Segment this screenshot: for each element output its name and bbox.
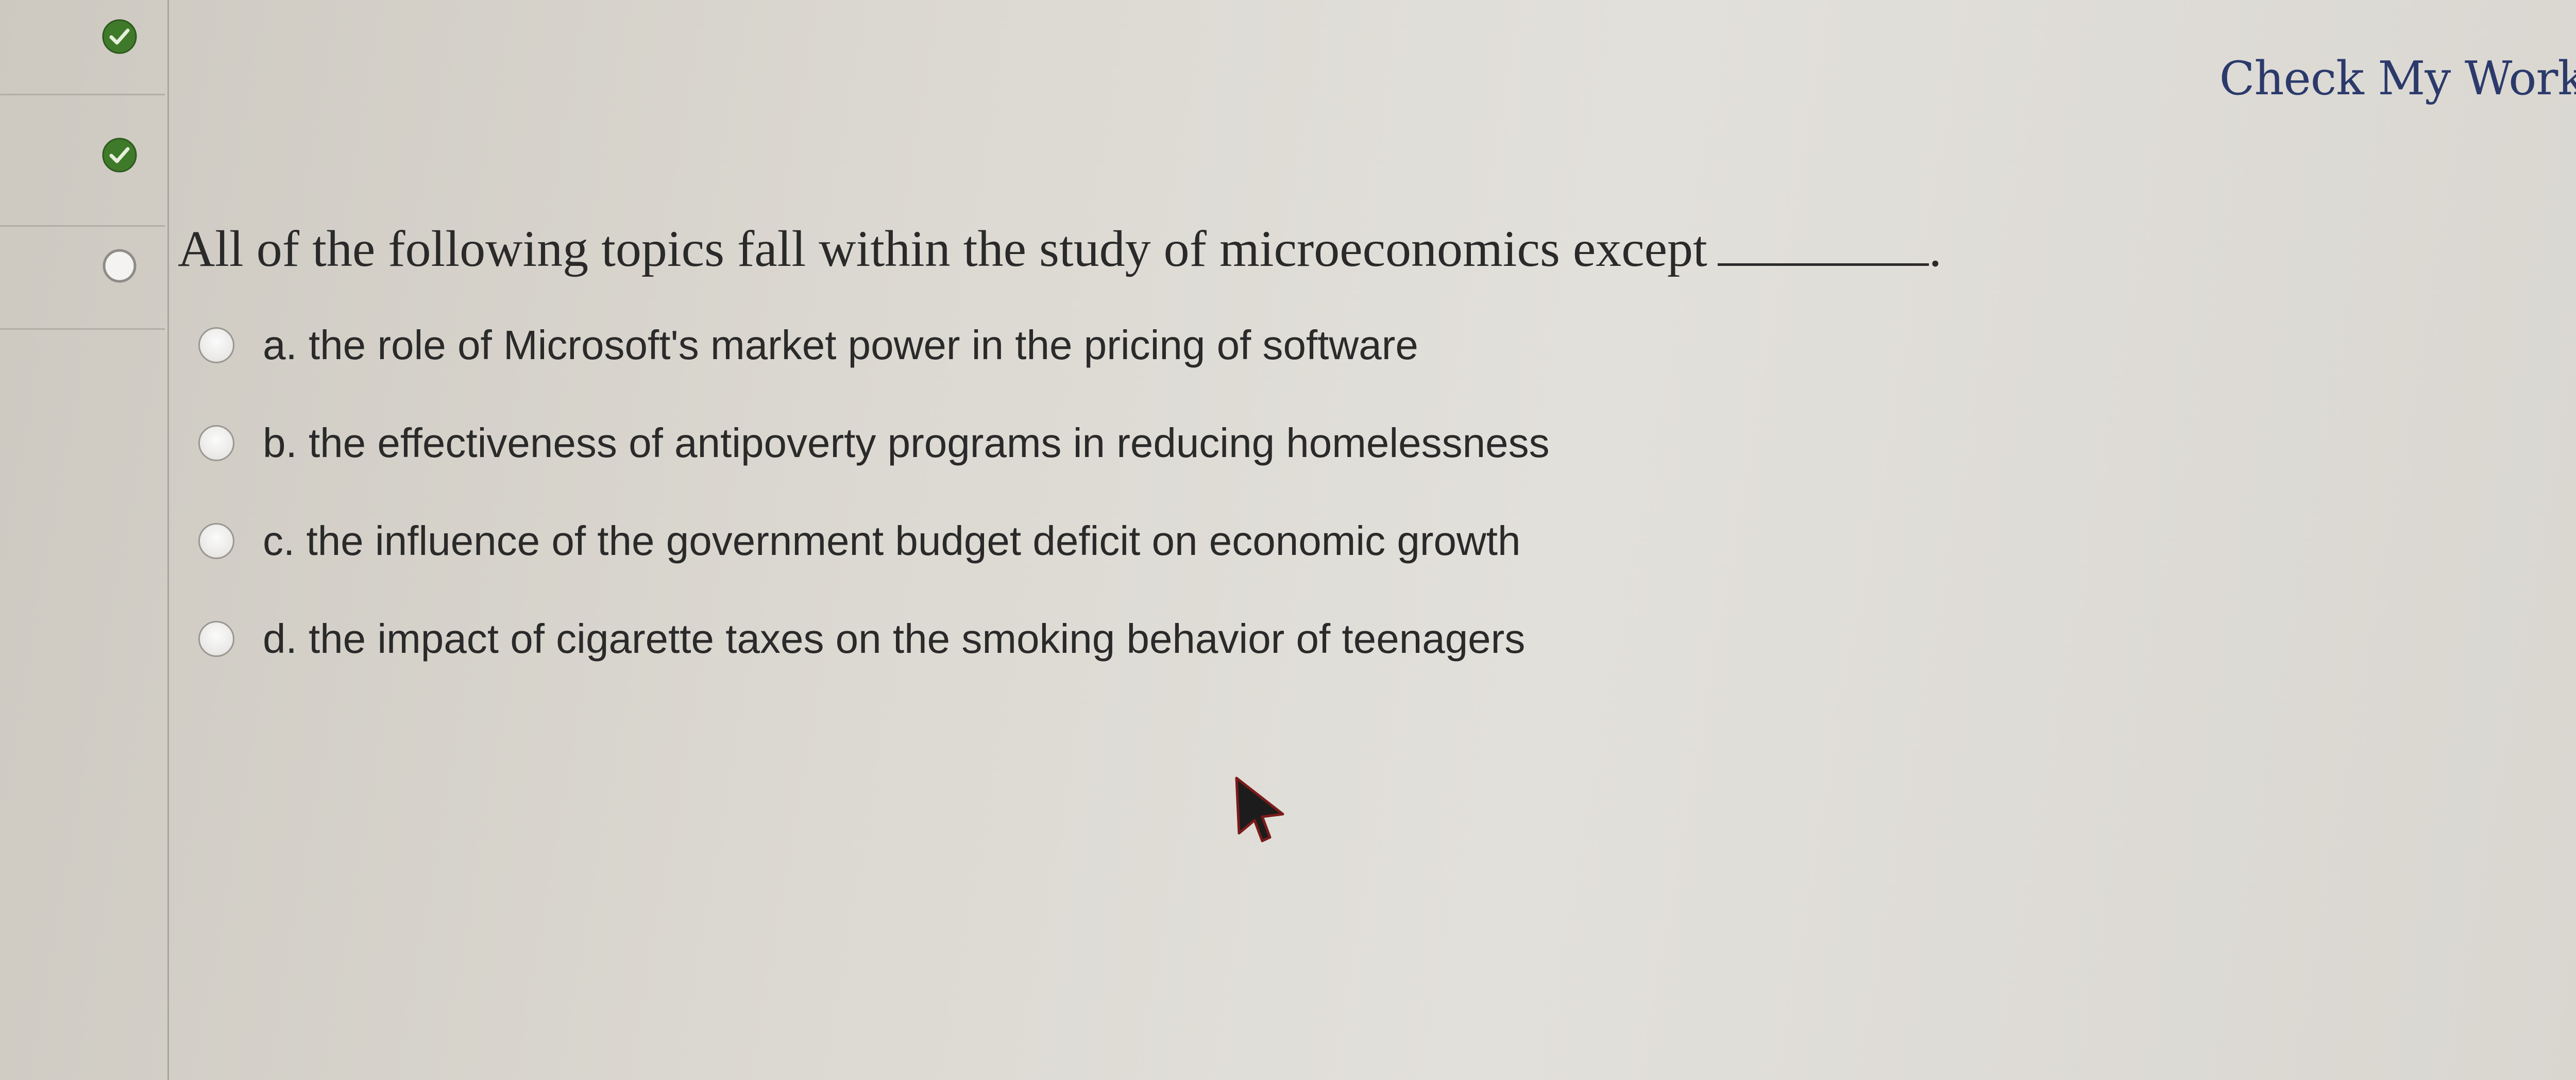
check-circle-icon: [102, 19, 137, 54]
radio-button[interactable]: [198, 425, 234, 461]
question-text: All of the following topics fall within …: [178, 220, 1707, 277]
radio-button[interactable]: [198, 621, 234, 657]
question-marker-3-current[interactable]: [0, 209, 165, 330]
radio-button[interactable]: [198, 523, 234, 559]
question-period: .: [1928, 220, 1942, 277]
check-circle-icon: [102, 138, 137, 173]
option-label: d. the impact of cigarette taxes on the …: [263, 616, 1526, 662]
option-b[interactable]: b. the effectiveness of antipoverty prog…: [198, 412, 1550, 474]
option-label: c. the influence of the government budge…: [263, 518, 1521, 564]
empty-circle-icon: [103, 249, 137, 283]
marker-divider: [0, 328, 165, 330]
mouse-pointer-icon: [1235, 777, 1284, 842]
question-marker-2[interactable]: [0, 95, 165, 227]
option-c[interactable]: c. the influence of the government budge…: [198, 510, 1520, 572]
answer-blank: [1717, 232, 1929, 266]
question-navigator: [0, 0, 169, 1080]
option-label: a. the role of Microsoft's market power …: [263, 322, 1418, 368]
check-my-work-link[interactable]: Check My Work: [2219, 52, 2576, 106]
option-d[interactable]: d. the impact of cigarette taxes on the …: [198, 608, 1525, 670]
option-label: b. the effectiveness of antipoverty prog…: [263, 420, 1550, 466]
option-a[interactable]: a. the role of Microsoft's market power …: [198, 314, 1418, 376]
question-prompt: All of the following topics fall within …: [178, 219, 1942, 278]
radio-button[interactable]: [198, 327, 234, 363]
